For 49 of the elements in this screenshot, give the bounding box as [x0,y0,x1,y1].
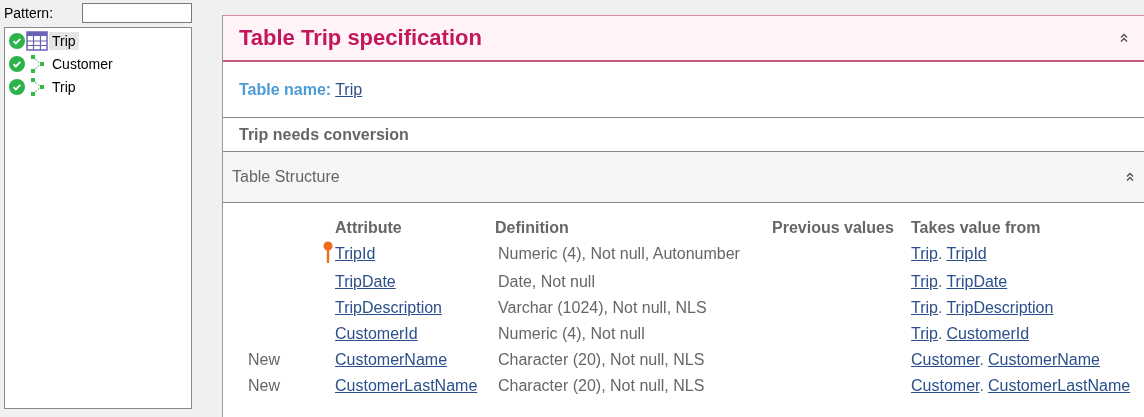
column-header: Takes value from [911,219,1041,237]
separator-text: . [937,325,943,342]
definition-cell-text: Character (20), Not null, NLS [498,377,706,395]
attribute-link[interactable]: TripDescription [335,299,442,316]
separator-text: . [979,351,984,368]
pattern-field[interactable] [82,3,192,23]
table-grid-icon [26,30,48,51]
status-cell: New [248,351,280,368]
tree-item[interactable]: Trip [49,31,79,50]
attribute-link[interactable]: CustomerId [335,325,418,342]
table-name-label: Table name: [239,80,332,99]
source-attribute-link[interactable]: TripId [946,245,987,262]
column-header: Definition [495,219,570,237]
tree-item[interactable]: Customer [49,54,116,73]
source-attribute-link[interactable]: CustomerName [987,351,1100,368]
table-name-link[interactable]: Trip [335,80,363,99]
source-attribute-link[interactable]: CustomerId [946,325,1030,342]
source-table-link[interactable]: Trip [911,245,938,262]
separator-text: . [937,299,943,316]
source-attribute-link[interactable]: TripDescription [946,299,1054,316]
collapse-icon[interactable] [1120,33,1128,43]
source-attribute-link[interactable]: CustomerLastName [987,377,1131,394]
source-table-link[interactable]: Customer [911,351,980,368]
column-header: Attribute [335,219,403,237]
separator-text: . [937,273,943,290]
attribute-link[interactable]: CustomerName [335,351,448,368]
status-cell: New [248,377,280,394]
separator-text: . [937,245,943,262]
collapse-icon[interactable] [1126,172,1134,182]
source-table-link[interactable]: Trip [911,273,938,290]
definition-cell-text: Numeric (4), Not null [498,325,646,343]
spec-title: Table Trip specification [239,25,482,51]
definition-cell-text: Character (20), Not null, NLS [498,351,706,369]
definition-cell-text: Numeric (4), Not null, Autonumber [498,245,741,263]
attribute-link[interactable]: CustomerLastName [335,377,478,394]
attribute-link[interactable]: TripId [335,245,376,262]
definition-cell-text: Varchar (1024), Not null, NLS [498,299,708,317]
definition-cell-text: Date, Not null [498,273,596,291]
pattern-label: Pattern: [4,5,54,21]
conversion-note: Trip needs conversion [239,125,409,144]
separator-text: . [979,377,984,394]
section-title: Table Structure [232,168,340,186]
tree-item[interactable]: Trip [49,77,79,96]
column-header: Previous values [772,219,895,237]
source-attribute-link[interactable]: TripDate [946,273,1008,290]
source-table-link[interactable]: Customer [911,377,980,394]
source-table-link[interactable]: Trip [911,325,938,342]
source-table-link[interactable]: Trip [911,299,938,316]
attribute-link[interactable]: TripDate [335,273,396,290]
